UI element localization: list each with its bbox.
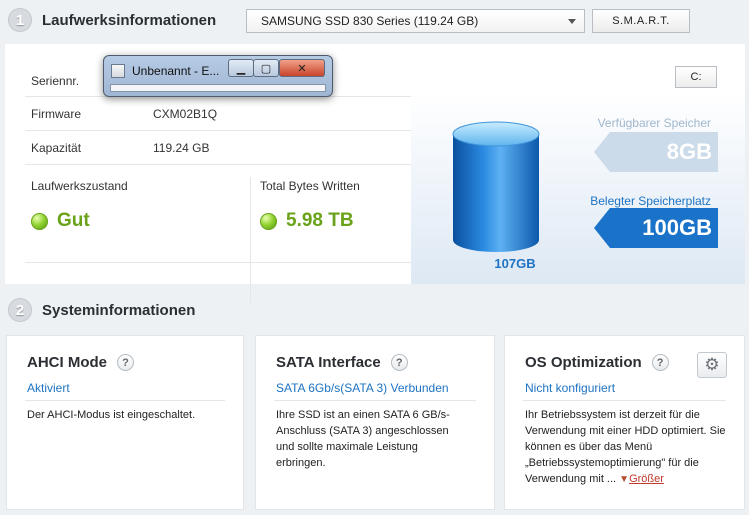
used-space-value: 100GB — [594, 208, 718, 248]
ahci-status: Aktiviert — [27, 381, 70, 395]
drive-letter-button[interactable]: C: — [675, 66, 717, 88]
card-title-text: SATA Interface — [276, 354, 381, 371]
card-title: SATA Interface ? — [276, 354, 408, 371]
chevron-down-icon — [568, 19, 576, 24]
os-optimization-card: OS Optimization ? ⚙ Nicht konfiguriert I… — [504, 335, 745, 510]
drive-select-value: SAMSUNG SSD 830 Series (119.24 GB) — [261, 14, 479, 28]
health-label: Laufwerkszustand — [31, 179, 128, 193]
drive-section-title: Laufwerksinformationen — [42, 11, 217, 29]
close-button[interactable]: ✕ — [279, 59, 325, 77]
row-divider — [25, 164, 411, 165]
sata-status: SATA 6Gb/s(SATA 3) Verbunden — [276, 381, 449, 395]
capacity-label: Kapazität — [31, 141, 82, 155]
drive-select-dropdown[interactable]: SAMSUNG SSD 830 Series (119.24 GB) — [246, 9, 585, 33]
row-divider — [25, 130, 411, 131]
total-capacity: 107GB — [494, 256, 536, 271]
tbw-value: 5.98 TB — [286, 210, 354, 231]
tbw-label: Total Bytes Written — [260, 179, 360, 193]
overlay-window[interactable]: Unbenannt - E... ▁ ▢ ✕ — [103, 55, 333, 97]
firmware-label: Firmware — [31, 107, 81, 121]
sata-description: Ihre SSD ist an einen SATA 6 GB/s-Anschl… — [276, 409, 450, 469]
help-icon[interactable]: ? — [390, 354, 408, 371]
storage-panel: C: 107GB Verfügbarer Speicher 8GB Belegt… — [411, 44, 745, 284]
capacity-value: 119.24 GB — [153, 141, 210, 155]
step-number-1: 1 — [8, 8, 32, 32]
system-section-header: 2 Systeminformationen — [8, 298, 195, 322]
free-space-value: 8GB — [594, 132, 718, 172]
help-icon[interactable]: ? — [651, 354, 669, 371]
more-link[interactable]: Größer — [629, 473, 664, 485]
card-divider — [523, 400, 726, 401]
overlay-window-body — [110, 84, 326, 92]
os-optimization-description: Ihr Betriebssystem ist derzeit für die V… — [525, 407, 730, 488]
status-ok-icon — [260, 212, 277, 230]
firmware-value: CXM02B1Q — [153, 107, 218, 121]
free-space-label: Verfügbarer Speicher — [597, 116, 711, 130]
card-title: AHCI Mode ? — [27, 354, 134, 371]
ahci-description: Der AHCI-Modus ist eingeschaltet. — [27, 409, 196, 421]
card-title-text: AHCI Mode — [27, 354, 107, 371]
gear-icon[interactable]: ⚙ — [697, 352, 727, 378]
card-divider — [274, 400, 476, 401]
drive-section-header: 1 Laufwerksinformationen — [8, 8, 216, 32]
expand-arrow-icon: ▼ — [619, 474, 630, 485]
card-title: OS Optimization ? — [525, 354, 669, 371]
card-divider — [25, 400, 225, 401]
help-icon[interactable]: ? — [117, 354, 134, 371]
health-value: Gut — [57, 210, 90, 231]
system-section-title: Systeminformationen — [42, 301, 196, 319]
minimize-button[interactable]: ▁ — [228, 59, 254, 77]
card-title-text: OS Optimization — [525, 354, 642, 371]
serial-label: Seriennr. — [31, 74, 80, 88]
maximize-button[interactable]: ▢ — [253, 59, 279, 77]
health-status: Gut — [31, 210, 90, 232]
vertical-divider — [250, 177, 251, 303]
ahci-card: AHCI Mode ? Aktiviert Der AHCI-Modus ist… — [6, 335, 244, 510]
smart-button[interactable]: S.M.A.R.T. — [592, 9, 690, 33]
sata-card: SATA Interface ? SATA 6Gb/s(SATA 3) Verb… — [255, 335, 495, 510]
row-divider — [25, 262, 411, 263]
tbw-status: 5.98 TB — [260, 210, 354, 232]
notepad-icon — [111, 64, 125, 78]
overlay-window-title: Unbenannt - E... — [132, 64, 220, 78]
used-space-label: Belegter Speicherplatz — [590, 194, 711, 208]
status-ok-icon — [31, 212, 48, 230]
storage-cylinder-icon — [452, 121, 540, 252]
step-number-2: 2 — [8, 298, 32, 322]
os-optimization-status: Nicht konfiguriert — [525, 381, 616, 395]
